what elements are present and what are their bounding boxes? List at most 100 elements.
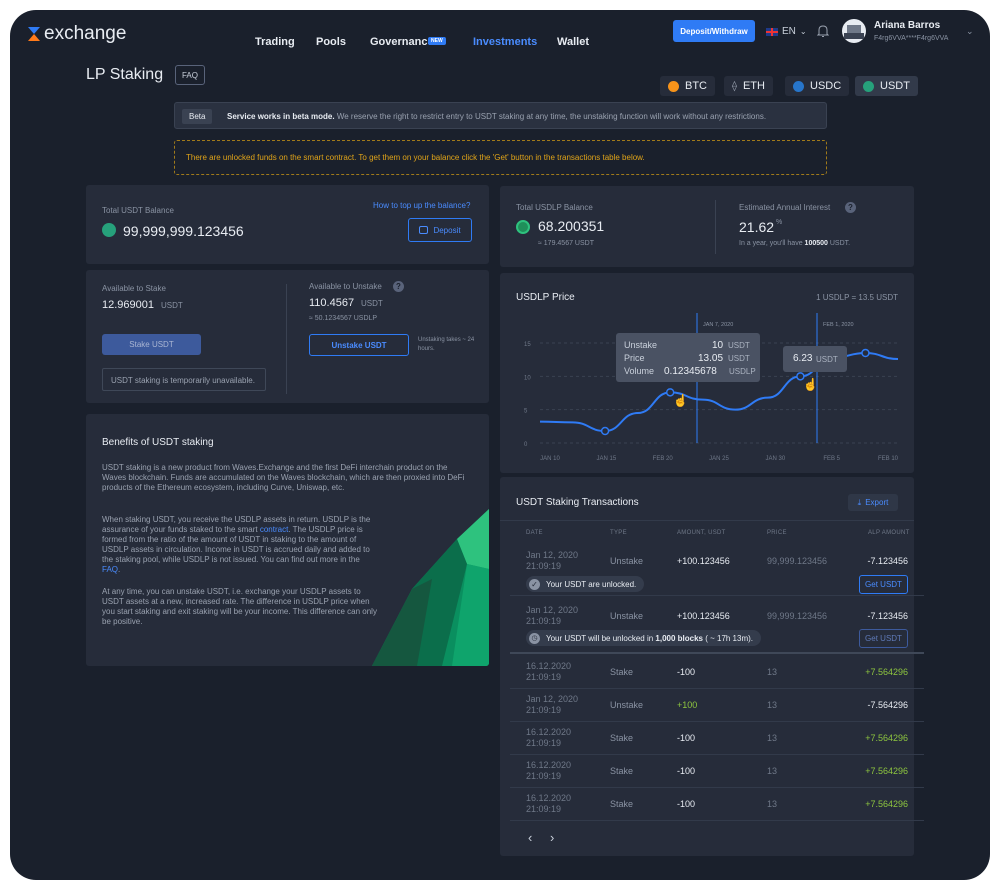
coin-usdc[interactable]: USDC	[785, 76, 850, 96]
wallet-icon	[419, 226, 429, 234]
tooltip-unit: USDT	[728, 354, 750, 363]
y-tick-label: 15	[524, 342, 531, 348]
coin-btc[interactable]: BTC	[660, 76, 715, 96]
coin-label: USDC	[810, 80, 842, 92]
tooltip-price-value: 13.05	[698, 353, 724, 364]
row-price: 13	[767, 733, 778, 743]
y-tick-label: 0	[524, 442, 528, 448]
deposit-label: Deposit	[433, 225, 461, 235]
chart-rate: 1 USDLP = 13.5 USDT	[816, 293, 898, 302]
table-row[interactable]: 16.12.2020 21:09:19 Stake -100 13 +7.564296	[510, 656, 924, 689]
y-tick-label: 10	[524, 375, 531, 381]
help-icon[interactable]: ?	[393, 281, 404, 292]
row-alp: -7.123456	[867, 611, 908, 621]
unlocked-funds-warning: There are unlocked funds on the smart co…	[174, 140, 827, 175]
next-page-icon[interactable]: ›	[550, 830, 554, 845]
nav-investments[interactable]: Investments	[473, 36, 537, 48]
available-unstake-value: 110.4567	[309, 297, 355, 309]
row-amount: +100.123456	[677, 556, 730, 566]
notice-post: ( ~ 17h 13m).	[702, 633, 754, 643]
clock-icon: ◷	[529, 632, 540, 644]
language-selector[interactable]: EN ⌄	[766, 26, 807, 37]
row-amount: +100	[677, 700, 698, 710]
get-usdt-button-disabled[interactable]: Get USDT	[859, 629, 908, 648]
user-name: Ariana Barros	[874, 20, 941, 31]
topup-link[interactable]: How to top up the balance?	[373, 201, 470, 210]
table-row[interactable]: 16.12.2020 21:09:19 Stake -100 13 +7.564296	[510, 788, 924, 821]
unstake-usdt-button[interactable]: Unstake USDT	[309, 334, 409, 356]
balance-label: Total USDT Balance	[102, 206, 174, 215]
table-row[interactable]: Jan 12, 2020 21:09:19 Unstake +100 13 -7.5642…	[510, 689, 924, 722]
user-menu-chevron-icon[interactable]: ⌄	[966, 26, 974, 37]
beta-text: Service works in beta mode. We reserve t…	[227, 112, 766, 121]
beta-badge: Beta	[182, 109, 213, 124]
usdlp-balance-value: 68.200351	[538, 218, 605, 234]
faq-button[interactable]: FAQ	[175, 65, 205, 85]
tooltip-unit: USDT	[728, 341, 750, 350]
unstake-time-note: Unstaking takes ~ 24 hours.	[418, 337, 475, 352]
stake-usdt-button[interactable]: Stake USDT	[102, 334, 201, 355]
chart-title: USDLP Price	[516, 292, 575, 303]
language-label: EN	[782, 26, 796, 37]
logo-text: exchange	[44, 23, 127, 44]
tooltip-volume-label: Volume	[624, 366, 655, 376]
row-type: Unstake	[610, 556, 644, 566]
coin-usdt[interactable]: USDT	[855, 76, 918, 96]
avatar[interactable]	[842, 19, 866, 43]
benefits-title: Benefits of USDT staking	[102, 437, 214, 448]
usdlp-balance-panel: Total USDLP Balance 68.200351 ≈ 179.4567…	[500, 186, 914, 267]
row-alp: +7.564296	[865, 667, 908, 677]
tooltip-unstake-value: 10	[712, 340, 724, 351]
get-usdt-button[interactable]: Get USDT	[859, 575, 908, 594]
transactions-title: USDT Staking Transactions	[516, 497, 639, 508]
benefits-panel: Benefits of USDT staking USDT staking is…	[86, 414, 489, 666]
row-price: 99,999.123456	[767, 611, 828, 621]
nav-governance[interactable]: Governance	[370, 36, 434, 48]
deposit-withdraw-button[interactable]: Deposit/Withdraw	[673, 20, 755, 42]
export-button[interactable]: ⤓ Export	[848, 494, 898, 511]
usdt-icon	[863, 80, 874, 92]
x-tick-label: FEB 5	[823, 456, 840, 462]
available-unstake-label: Available to Unstake	[309, 282, 382, 291]
benefits-paragraph-3: At any time, you can unstake USDT, i.e. …	[102, 587, 377, 626]
bell-icon[interactable]	[816, 24, 831, 40]
chevron-down-icon: ⌄	[799, 27, 807, 36]
row-time: 21:09:19	[526, 705, 562, 715]
coin-label: ETH	[742, 80, 765, 92]
available-stake-unit: USDT	[161, 301, 183, 310]
nav-wallet[interactable]: Wallet	[557, 36, 589, 48]
unlocked-notice: ✓ Your USDT are unlocked.	[526, 576, 645, 592]
row-date: Jan 12, 2020	[526, 550, 579, 560]
benefits-paragraph-2: When staking USDT, you receive the USDLP…	[102, 515, 378, 575]
nav-trading[interactable]: Trading	[255, 36, 295, 48]
notice-text: Your USDT will be unlocked in 1,000 bloc…	[546, 634, 753, 643]
beta-banner: Beta Service works in beta mode. We rese…	[174, 102, 827, 129]
coin-eth[interactable]: ⟠ ETH	[724, 76, 773, 96]
row-date: 16.12.2020	[526, 661, 572, 671]
row-price: 13	[767, 667, 778, 677]
contract-link[interactable]: contract	[260, 525, 288, 534]
table-row[interactable]: 16.12.2020 21:09:19 Stake -100 13 +7.564296	[510, 755, 924, 788]
x-tick-label: JAN 15	[596, 456, 616, 462]
balance-value: 99,999,999.123456	[123, 223, 244, 239]
previous-page-icon[interactable]: ‹	[528, 830, 532, 845]
row-date: 16.12.2020	[526, 760, 572, 770]
tooltip-unit: USDLP	[729, 367, 756, 376]
col-date: DATE	[526, 530, 543, 536]
unstake-sub: ≈ 50.1234567 USDLP	[309, 315, 378, 322]
usdlp-balance-sub: ≈ 179.4567 USDT	[538, 240, 594, 247]
faq-link[interactable]: FAQ	[102, 565, 118, 574]
tether-icon	[102, 223, 116, 237]
stake-panel: Available to Stake 12.969001 USDT Stake …	[86, 270, 489, 403]
divider	[715, 200, 716, 254]
logo[interactable]: exchange	[28, 23, 126, 45]
deposit-button[interactable]: Deposit	[408, 218, 472, 242]
table-row[interactable]: 16.12.2020 21:09:19 Stake -100 13 +7.564296	[510, 722, 924, 755]
new-badge: NEW	[428, 37, 446, 45]
col-amount: AMOUNT, USDT	[677, 530, 726, 536]
row-type: Unstake	[610, 700, 644, 710]
nav-pools[interactable]: Pools	[316, 36, 346, 48]
help-icon[interactable]: ?	[845, 202, 856, 213]
green-crystal-illustration	[372, 509, 489, 666]
row-time: 21:09:19	[526, 616, 562, 626]
